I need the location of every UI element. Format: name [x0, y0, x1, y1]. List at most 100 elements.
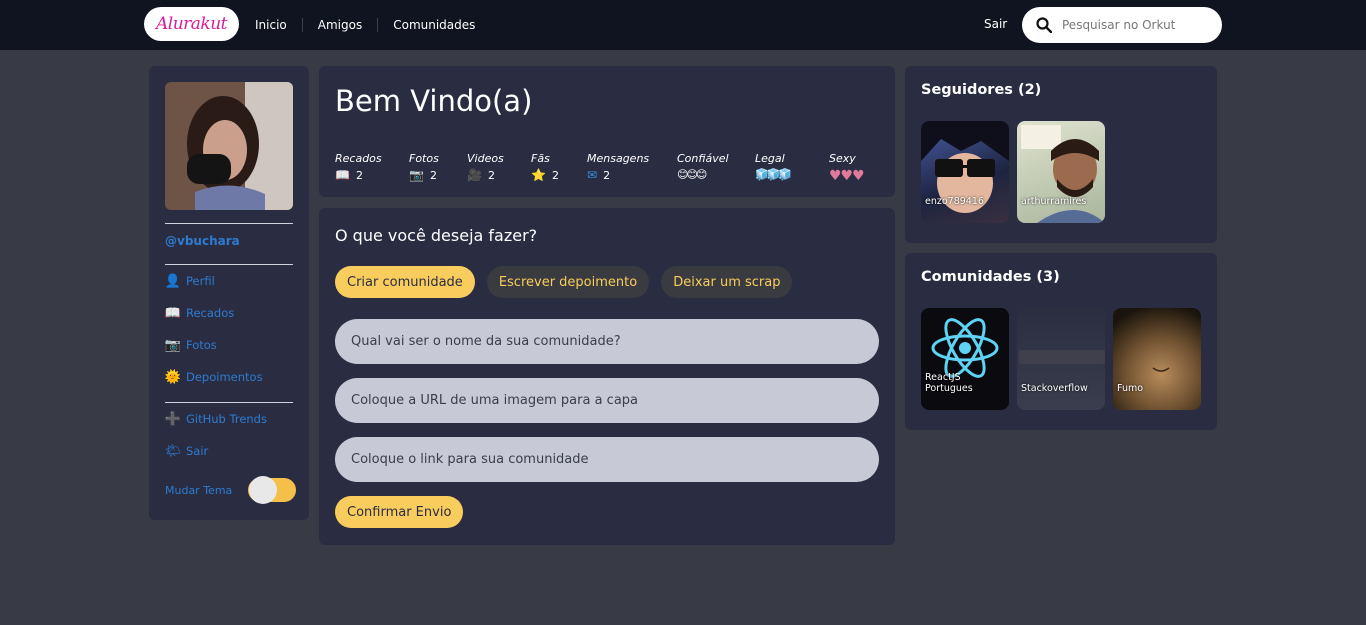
followers-box: Seguidores (2) enzo789416 arthurramires — [905, 66, 1217, 243]
search-input[interactable] — [1062, 18, 1212, 32]
stat-fotos: Fotos 📷 2 — [409, 152, 467, 184]
top-bar: Alurakut Inicio Amigos Comunidades Sair — [0, 0, 1366, 50]
divider — [165, 264, 293, 265]
stat-label: Recados — [335, 152, 382, 165]
sidebar-item-github-trends[interactable]: ➕ GitHub Trends — [165, 411, 267, 427]
plus-icon: ➕ — [164, 411, 182, 427]
community-name: Stackoverflow — [1021, 383, 1088, 394]
sidebar-item-label: Perfil — [186, 274, 215, 288]
search-icon — [1036, 17, 1052, 33]
stat-confiavel: Confiável 😊😊😊 — [677, 152, 755, 184]
profile-username[interactable]: @vbuchara — [165, 234, 240, 248]
leave-scrap-button[interactable]: Deixar um scrap — [661, 266, 793, 298]
main-nav: Inicio Amigos Comunidades — [255, 0, 475, 50]
envelope-icon: ✉ — [587, 168, 598, 182]
alurakut-logo[interactable]: Alurakut — [144, 7, 239, 41]
nav-divider — [377, 18, 379, 32]
stat-value: 2 — [603, 168, 611, 182]
follower-name: enzo789416 — [925, 196, 984, 207]
community-name: ReactJS Portugues — [925, 372, 973, 394]
followers-grid: enzo789416 arthurramires — [921, 121, 1105, 223]
stat-label: Confiável — [677, 152, 729, 165]
stat-value: 2 — [551, 168, 559, 182]
stat-value: 2 — [487, 168, 495, 182]
stat-value: 2 — [355, 168, 363, 182]
theme-label: Mudar Tema — [165, 483, 233, 497]
sun-icon: 🌞 — [164, 369, 182, 385]
profile-sidebar: @vbuchara 👤 Perfil 📖 Recados 📷 Fotos 🌞 D… — [149, 66, 309, 520]
action-tabs: Criar comunidade Escrever depoimento Dei… — [335, 266, 793, 298]
stat-label: Mensagens — [587, 152, 650, 165]
communities-box: Comunidades (3) ReactJS Portugues Stacko… — [905, 253, 1217, 430]
stat-videos: Videos 🎥 2 — [467, 152, 531, 184]
sidebar-item-label: GitHub Trends — [186, 412, 267, 426]
community-card[interactable]: ReactJS Portugues — [921, 308, 1009, 410]
exit-icon: 🌤 — [164, 443, 182, 459]
action-form-panel: O que você deseja fazer? Criar comunidad… — [319, 208, 895, 545]
community-name-input[interactable] — [335, 319, 879, 364]
sidebar-item-recados[interactable]: 📖 Recados — [165, 305, 234, 321]
page-title: Bem Vindo(a) — [335, 84, 533, 118]
community-cover — [1152, 367, 1170, 372]
create-community-button[interactable]: Criar comunidade — [335, 266, 475, 298]
stat-fas: Fãs ⭐ 2 — [531, 152, 587, 184]
stat-label: Videos — [467, 152, 504, 165]
stat-legal: Legal 🧊🧊🧊 — [755, 152, 829, 184]
follower-card[interactable]: enzo789416 — [921, 121, 1009, 223]
sidebar-item-depoimentos[interactable]: 🌞 Depoimentos — [165, 369, 263, 385]
header-exit-link[interactable]: Sair — [984, 17, 1007, 31]
write-testimonial-button[interactable]: Escrever depoimento — [486, 266, 650, 298]
stat-mensagens: Mensagens ✉ 2 — [587, 152, 677, 184]
toggle-knob — [249, 476, 278, 504]
theme-switch-row: Mudar Tema — [165, 476, 297, 504]
sidebar-item-perfil[interactable]: 👤 Perfil — [165, 273, 215, 289]
react-logo-icon — [931, 318, 999, 378]
follower-avatar — [1021, 125, 1105, 223]
stackoverflow-banner — [1019, 350, 1105, 364]
sidebar-item-label: Depoimentos — [186, 370, 263, 384]
profile-avatar[interactable] — [165, 82, 293, 210]
cover-image-url-input[interactable] — [335, 378, 879, 423]
follower-name: arthurramires — [1021, 196, 1087, 207]
profile-stats: Recados 📖 2 Fotos 📷 2 Videos 🎥 2 Fãs ⭐ 2 Men… — [335, 152, 889, 184]
form-title: O que você deseja fazer? — [335, 226, 538, 245]
search-box[interactable] — [1022, 7, 1222, 43]
sidebar-item-label: Sair — [186, 444, 209, 458]
video-icon: 🎥 — [467, 168, 482, 182]
community-name: Fumo — [1117, 383, 1144, 394]
user-icon: 👤 — [164, 273, 182, 289]
confirm-submit-button[interactable]: Confirmar Envio — [335, 496, 464, 528]
stat-label: Fotos — [409, 152, 439, 165]
nav-amigos[interactable]: Amigos — [318, 18, 362, 32]
nav-divider — [301, 18, 303, 32]
community-link-input[interactable] — [335, 437, 879, 482]
stat-label: Legal — [755, 152, 785, 165]
ice-cube-rating-icon: 🧊🧊🧊 — [755, 168, 792, 181]
communities-title: Comunidades (3) — [921, 269, 1060, 285]
follower-avatar — [921, 121, 1009, 213]
star-icon: ⭐ — [531, 168, 546, 182]
avatar-photo — [165, 82, 293, 210]
stat-recados: Recados 📖 2 — [335, 152, 409, 184]
follower-card[interactable]: arthurramires — [1017, 121, 1105, 223]
sidebar-item-label: Recados — [186, 306, 235, 320]
stat-value: 2 — [429, 168, 437, 182]
camera-icon: 📷 — [164, 337, 182, 353]
sidebar-item-sair[interactable]: 🌤 Sair — [164, 443, 209, 459]
nav-inicio[interactable]: Inicio — [255, 18, 287, 32]
smiley-rating-icon: 😊😊😊 — [677, 168, 707, 181]
stat-sexy: Sexy ♥♥♥ — [829, 152, 889, 184]
divider — [165, 223, 293, 224]
community-card[interactable]: Stackoverflow — [1017, 308, 1105, 410]
theme-toggle[interactable] — [248, 476, 297, 504]
stat-label: Sexy — [829, 152, 856, 165]
nav-comunidades[interactable]: Comunidades — [393, 18, 475, 32]
book-icon: 📖 — [164, 305, 182, 321]
stat-label: Fãs — [531, 152, 550, 165]
followers-title: Seguidores (2) — [921, 82, 1042, 98]
sidebar-item-label: Fotos — [186, 338, 217, 352]
camera-icon: 📷 — [409, 168, 424, 182]
communities-grid: ReactJS Portugues Stackoverflow Fumo — [921, 308, 1201, 410]
sidebar-item-fotos[interactable]: 📷 Fotos — [165, 337, 217, 353]
community-card[interactable]: Fumo — [1113, 308, 1201, 410]
